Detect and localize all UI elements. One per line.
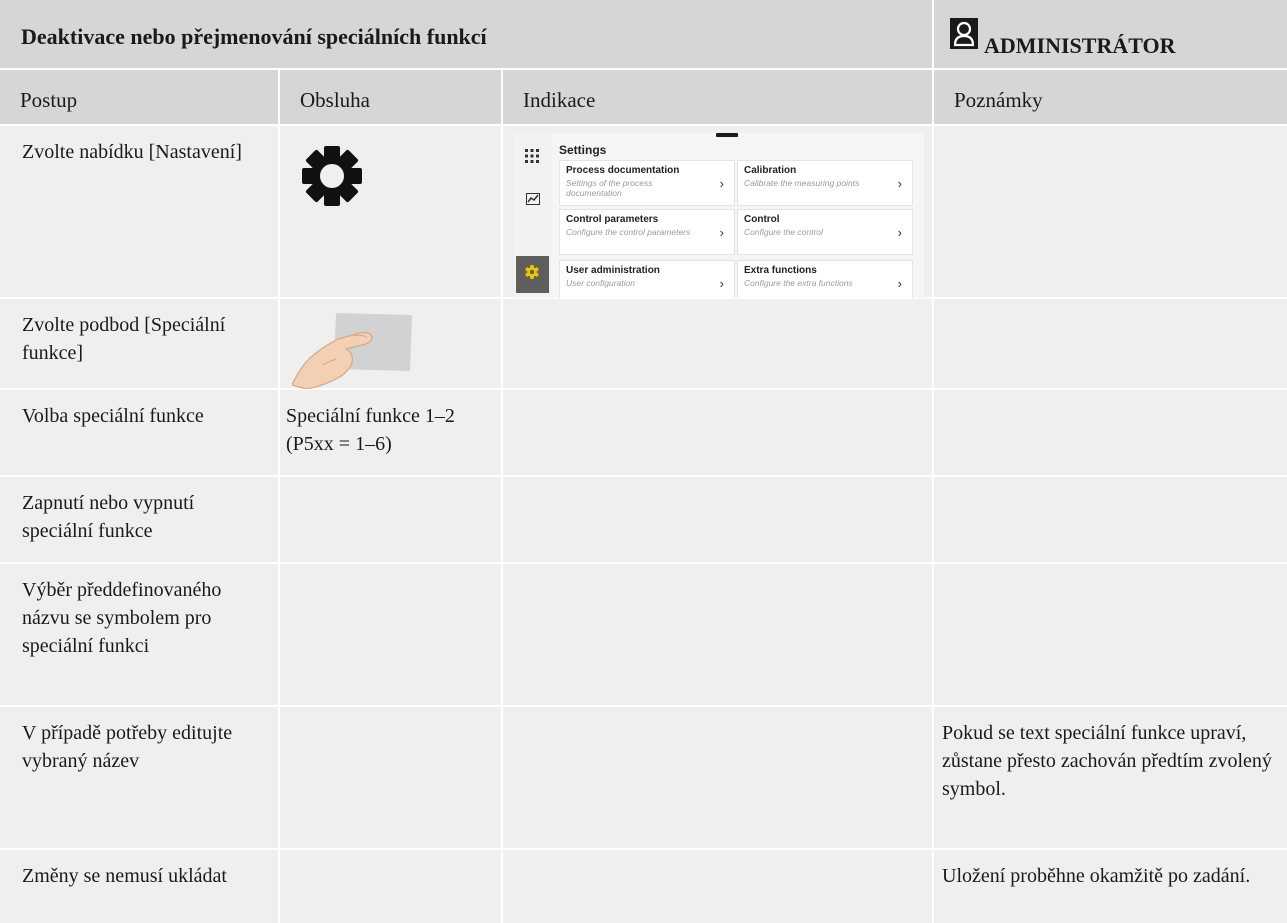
table-row: Zvolte podbod [Speciální funkce] [0,299,1287,389]
header-poznamky: Poznámky [934,70,1287,124]
chevron-right-icon: › [897,276,902,291]
obsluha-cell [280,477,501,562]
postup-cell: Výběr předdefinovaného názvu se symbolem… [0,564,278,705]
chevron-right-icon: › [719,276,724,291]
poznamky-cell: Uložení proběhne okamžitě po zadání. [934,850,1287,923]
postup-cell: Zapnutí nebo vypnutí speciální funkce [0,477,278,562]
gear-icon [302,146,362,206]
indikace-cell [503,564,932,705]
header-postup: Postup [0,70,278,124]
obsluha-cell: Speciální funkce 1–2 (P5xx = 1–6) [280,390,501,475]
obsluha-cell [280,299,501,389]
tile-control-parameters: Control parameters Configure the control… [559,209,735,255]
table-row: Volba speciální funkce Speciální funkce … [0,390,1287,475]
apps-grid-icon [525,149,539,163]
postup-cell: Volba speciální funkce [0,390,278,475]
procedure-table: Deaktivace nebo přejmenování speciálních… [0,0,1287,923]
obsluha-cell [280,850,501,923]
poznamky-cell [934,477,1287,562]
gear-icon [525,265,539,279]
table-row: Výběr předdefinovaného názvu se symbolem… [0,564,1287,705]
table-row: Změny se nemusí ukládat Uložení proběhne… [0,850,1287,923]
screenshot-notch [716,133,738,137]
user-icon [950,18,978,49]
tile-user-administration: User administration User configuration › [559,260,735,298]
screenshot-title: Settings [559,143,607,157]
postup-cell: Změny se nemusí ukládat [0,850,278,923]
page-title: Deaktivace nebo přejmenování speciálních… [21,24,487,49]
indikace-cell: Settings Process documentation Settings … [503,126,932,298]
poznamky-cell [934,126,1287,297]
header-indikace: Indikace [503,70,932,124]
indikace-cell [503,477,932,562]
title-cell: Deaktivace nebo přejmenování speciálních… [0,0,932,68]
tile-process-documentation: Process documentation Settings of the pr… [559,160,735,206]
role-label: ADMINISTRÁTOR [984,33,1176,58]
table-row: Zvolte nabídku [Nastavení] Settings Proc… [0,126,1287,298]
indikace-cell [503,390,932,475]
obsluha-cell [280,126,501,297]
chevron-right-icon: › [897,176,902,191]
postup-cell: V případě potřeby editujte vybraný název [0,707,278,848]
tile-extra-functions: Extra functions Configure the extra func… [737,260,913,298]
hand-tap-icon [292,313,412,389]
table-row: V případě potřeby editujte vybraný název… [0,707,1287,848]
indikace-cell [503,707,932,848]
tile-calibration: Calibration Calibrate the measuring poin… [737,160,913,206]
chevron-right-icon: › [897,225,902,240]
role-cell: ADMINISTRÁTOR [934,0,1287,68]
indikace-cell [503,850,932,923]
header-row: Postup Obsluha Indikace Poznámky [0,70,1287,124]
chart-icon [526,193,540,205]
indikace-cell [503,299,932,388]
settings-screenshot: Settings Process documentation Settings … [514,133,924,298]
chevron-right-icon: › [719,176,724,191]
poznamky-cell: Pokud se text speciální funkce upraví, z… [934,707,1287,848]
poznamky-cell [934,299,1287,388]
title-bar: Deaktivace nebo přejmenování speciálních… [0,0,1287,68]
obsluha-cell [280,564,501,705]
table-row: Zapnutí nebo vypnutí speciální funkce [0,477,1287,562]
postup-cell: Zvolte nabídku [Nastavení] [0,126,278,297]
poznamky-cell [934,390,1287,475]
tile-control: Control Configure the control › [737,209,913,255]
postup-cell: Zvolte podbod [Speciální funkce] [0,299,278,388]
poznamky-cell [934,564,1287,705]
obsluha-cell [280,707,501,848]
chevron-right-icon: › [719,225,724,240]
header-obsluha: Obsluha [280,70,501,124]
